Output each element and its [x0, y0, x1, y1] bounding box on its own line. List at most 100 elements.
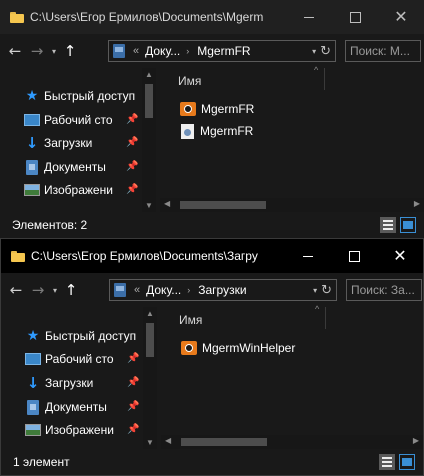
window-title: C:\Users\Егор Ермилов\Documents\Mgerm	[30, 10, 264, 24]
desktop-icon	[24, 114, 40, 126]
sidebar-item-documents[interactable]: Документы	[24, 157, 106, 177]
folder-icon	[10, 11, 24, 23]
address-dropdown-icon[interactable]: ▾	[313, 286, 317, 295]
sidebar-item-documents[interactable]: Документы	[25, 397, 107, 417]
sidebar-item-label: Документы	[44, 160, 106, 174]
breadcrumb-documents[interactable]: Доку...	[145, 44, 180, 58]
navigation-pane: ★ Быстрый доступ Рабочий сто 📌 ↓ Загрузк…	[0, 68, 140, 212]
address-dropdown-icon[interactable]: ▾	[312, 47, 316, 56]
sidebar-item-label: Быстрый доступ	[44, 89, 136, 103]
file-name: MgermWinHelper	[202, 341, 296, 355]
back-button[interactable]: ←	[5, 278, 27, 302]
sidebar-item-quick-access[interactable]: ★ Быстрый доступ	[25, 326, 136, 346]
sidebar-item-label: Изображени	[44, 183, 113, 197]
sidebar-item-label: Быстрый доступ	[45, 329, 137, 343]
large-icons-view-icon[interactable]	[399, 454, 415, 470]
back-button[interactable]: ←	[4, 39, 26, 63]
file-name: MgermFR	[200, 124, 254, 138]
scrollbar-thumb[interactable]	[146, 323, 154, 357]
column-header-name[interactable]: Имя	[179, 313, 202, 327]
breadcrumb-separator-icon[interactable]: ›	[187, 285, 190, 295]
forward-button[interactable]: →	[26, 39, 48, 63]
sidebar-item-desktop[interactable]: Рабочий сто	[24, 110, 113, 130]
scroll-right-icon[interactable]: ▶	[414, 199, 420, 208]
address-bar[interactable]: « Доку... › MgermFR ▾ ↻	[108, 40, 336, 62]
pin-icon: 📌	[126, 161, 139, 172]
recent-locations-button[interactable]: ▾	[49, 278, 61, 302]
status-bar: Элементов: 2	[0, 212, 424, 238]
overflow-chevron[interactable]: «	[133, 45, 139, 57]
column-divider[interactable]	[324, 68, 325, 90]
title-bar[interactable]: C:\Users\Егор Ермилов\Documents\Загру ✕	[1, 239, 423, 273]
sidebar-item-downloads[interactable]: ↓ Загрузки	[25, 373, 94, 393]
sidebar-item-label: Документы	[45, 400, 107, 414]
close-button[interactable]: ✕	[378, 0, 424, 34]
documents-location-icon	[114, 283, 126, 297]
sidebar-item-label: Загрузки	[45, 376, 94, 390]
minimize-button[interactable]	[286, 0, 332, 34]
large-icons-view-icon[interactable]	[400, 217, 416, 233]
recent-locations-button[interactable]: ▾	[48, 39, 60, 63]
scroll-down-icon[interactable]: ▼	[146, 438, 154, 447]
close-icon: ✕	[393, 246, 407, 265]
navigation-bar: ← → ▾ ↑ « Доку... › MgermFR ▾ ↻ Поиск: M…	[0, 34, 424, 68]
breadcrumb-separator-icon[interactable]: ›	[186, 46, 189, 56]
scrollbar-thumb[interactable]	[145, 84, 153, 118]
overflow-chevron[interactable]: «	[134, 284, 140, 296]
details-view-icon[interactable]	[380, 217, 396, 233]
file-item[interactable]: MgermWinHelper	[181, 339, 295, 357]
search-input[interactable]: Поиск: M...	[345, 40, 421, 62]
scroll-left-icon[interactable]: ◀	[165, 436, 171, 445]
column-divider[interactable]	[325, 307, 326, 329]
refresh-icon[interactable]: ↻	[320, 44, 331, 59]
sidebar-item-quick-access[interactable]: ★ Быстрый доступ	[24, 86, 135, 106]
breadcrumb-current[interactable]: MgermFR	[197, 44, 250, 58]
sidebar-item-downloads[interactable]: ↓ Загрузки	[24, 133, 93, 153]
folder-icon	[11, 250, 25, 262]
scroll-up-icon[interactable]: ▲	[145, 70, 153, 79]
sort-indicator-icon: ^	[315, 304, 320, 314]
horizontal-scrollbar[interactable]: ◀ ▶	[161, 435, 423, 449]
scrollbar-thumb[interactable]	[180, 201, 266, 209]
scroll-left-icon[interactable]: ◀	[164, 199, 170, 208]
breadcrumb-documents[interactable]: Доку...	[146, 283, 181, 297]
minimize-button[interactable]	[285, 239, 331, 273]
pin-icon: 📌	[127, 353, 140, 364]
scroll-right-icon[interactable]: ▶	[413, 436, 419, 445]
content-area: ★ Быстрый доступ Рабочий сто 📌 ↓ Загрузк…	[1, 304, 423, 475]
address-bar[interactable]: « Доку... › Загрузки ▾ ↻	[109, 279, 337, 301]
navigation-bar: ← → ▾ ↑ « Доку... › Загрузки ▾ ↻ Поиск: …	[1, 273, 423, 307]
minimize-icon	[303, 255, 313, 257]
file-name: MgermFR	[201, 102, 255, 116]
pictures-icon	[24, 184, 40, 196]
scroll-up-icon[interactable]: ▲	[146, 309, 154, 318]
file-item[interactable]: MgermFR	[180, 122, 253, 140]
sidebar-item-pictures[interactable]: Изображени	[24, 180, 113, 200]
sidebar-item-label: Загрузки	[44, 136, 93, 150]
search-input[interactable]: Поиск: За...	[346, 279, 422, 301]
up-button[interactable]: ↑	[61, 278, 81, 302]
scroll-down-icon[interactable]: ▼	[145, 201, 153, 210]
file-item[interactable]: MgermFR	[180, 100, 254, 118]
sidebar-item-desktop[interactable]: Рабочий сто	[25, 349, 114, 369]
column-header-name[interactable]: Имя	[178, 74, 201, 88]
close-button[interactable]: ✕	[377, 239, 423, 273]
maximize-button[interactable]	[332, 0, 378, 34]
sidebar-item-pictures[interactable]: Изображени	[25, 420, 114, 440]
details-view-icon[interactable]	[379, 454, 395, 470]
scrollbar-thumb[interactable]	[181, 438, 267, 446]
maximize-button[interactable]	[331, 239, 377, 273]
refresh-icon[interactable]: ↻	[321, 283, 332, 298]
minimize-icon	[304, 16, 314, 18]
up-button[interactable]: ↑	[60, 39, 80, 63]
sidebar-scrollbar[interactable]: ▲ ▼	[143, 307, 157, 449]
sidebar-scrollbar[interactable]: ▲ ▼	[142, 68, 156, 212]
horizontal-scrollbar[interactable]: ◀ ▶	[160, 198, 424, 212]
download-icon: ↓	[26, 374, 40, 392]
forward-button[interactable]: →	[27, 278, 49, 302]
title-bar[interactable]: C:\Users\Егор Ермилов\Documents\Mgerm ✕	[0, 0, 424, 34]
download-icon: ↓	[25, 134, 39, 152]
config-file-icon	[181, 123, 194, 139]
star-icon: ★	[26, 328, 40, 344]
breadcrumb-current[interactable]: Загрузки	[198, 283, 246, 297]
